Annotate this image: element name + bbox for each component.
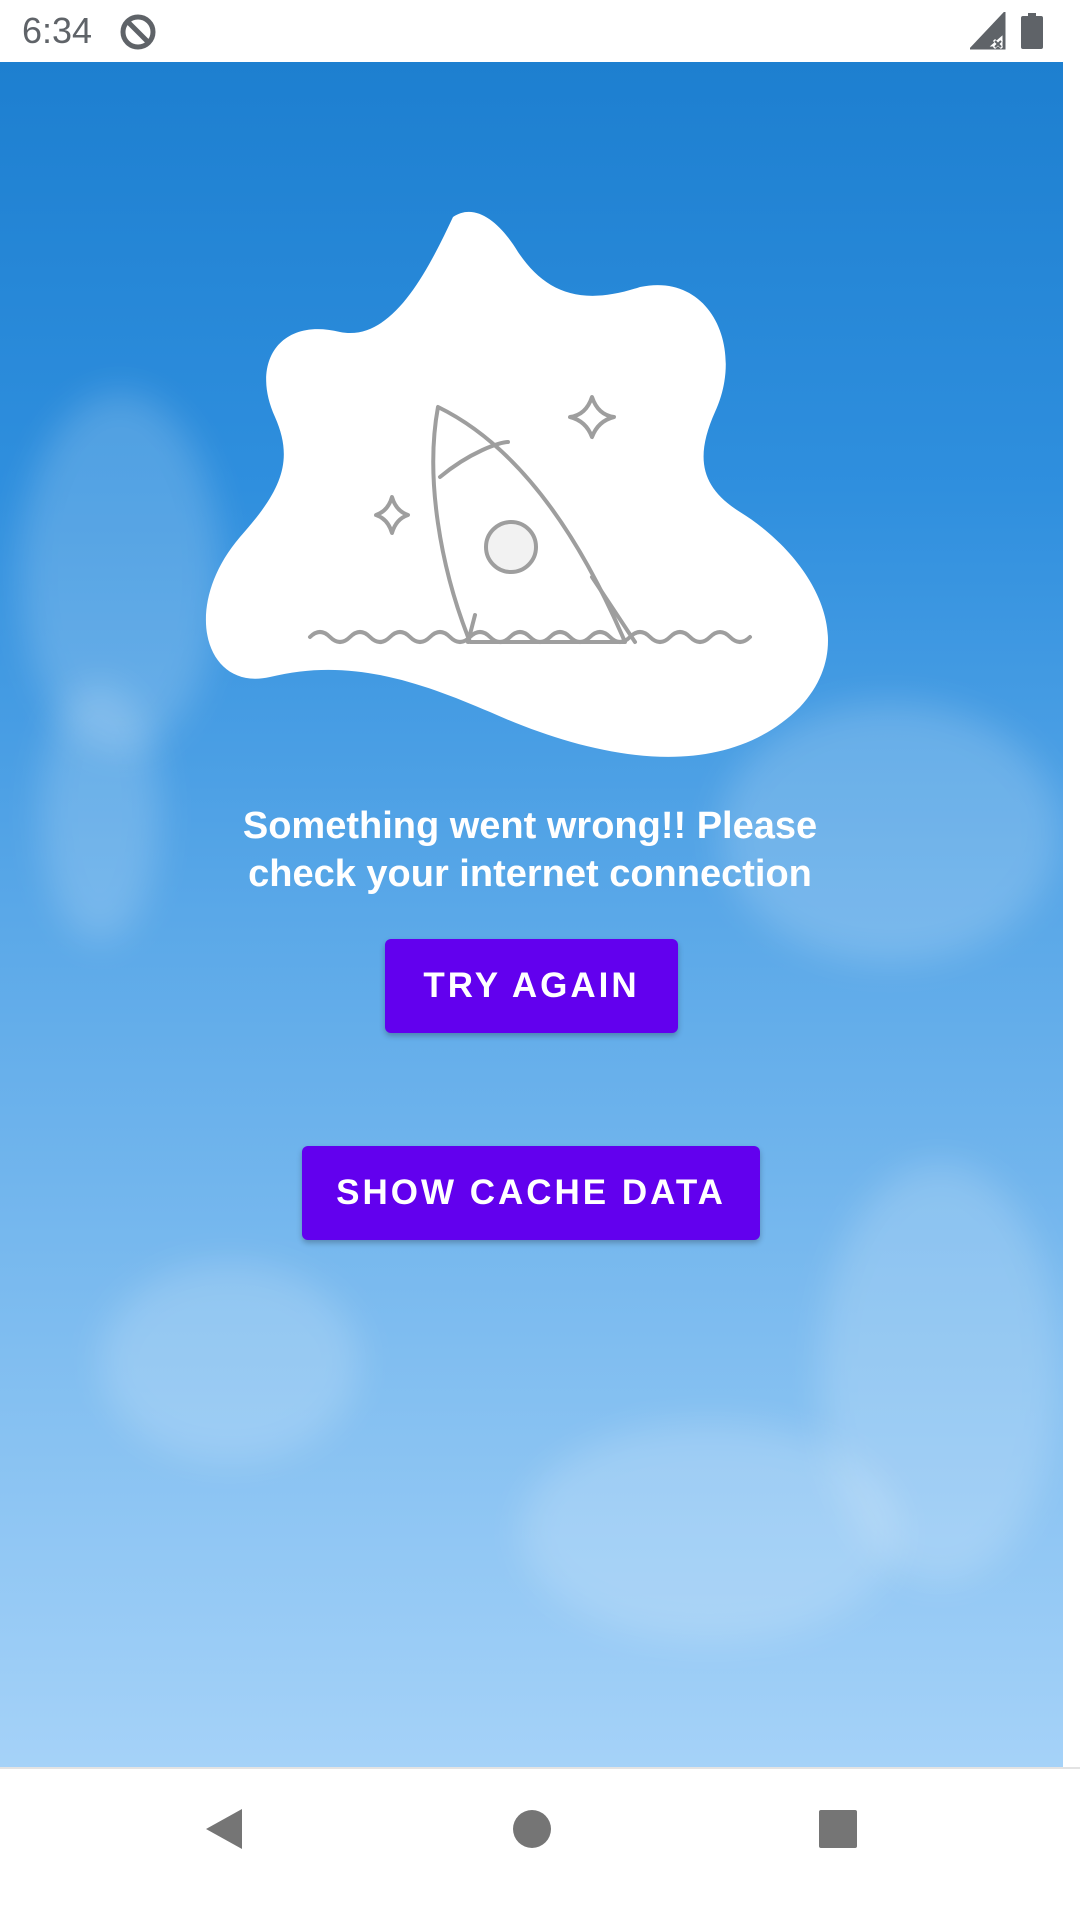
battery-icon [1021,13,1043,54]
app-screen: 6:34 Something went wrong!! Please check… [0,0,1080,1920]
rocket-illustration [200,197,860,757]
right-edge [1063,62,1080,1767]
error-content: Something went wrong!! Please check your… [0,62,1063,1767]
home-icon[interactable] [512,1809,552,1854]
error-message: Something went wrong!! Please check your… [180,802,880,898]
try-again-button[interactable]: TRY AGAIN [385,939,678,1033]
back-icon[interactable] [200,1805,246,1858]
error-message-line2: check your internet connection [248,853,812,895]
signal-no-data-icon [968,10,1006,55]
error-message-line1: Something went wrong!! Please [242,805,818,847]
navigation-bar [0,1767,1080,1920]
status-bar: 6:34 [0,0,1080,62]
status-time: 6:34 [22,10,93,51]
data-saver-icon [118,12,158,57]
show-cache-data-button[interactable]: SHOW CACHE DATA [302,1146,760,1240]
recents-icon[interactable] [818,1809,858,1854]
